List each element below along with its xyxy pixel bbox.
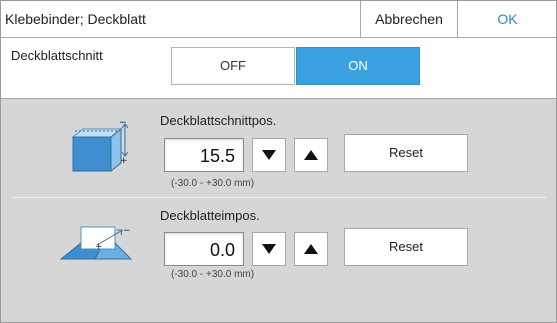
svg-text:+: + (95, 242, 103, 252)
cover-position-label: Deckblatteimpos. (160, 208, 260, 223)
increase-button[interactable] (294, 138, 328, 172)
cover-trim-position-icon: − + (71, 118, 129, 173)
cover-trim-toggle-section: Deckblattschnitt OFF ON (1, 38, 556, 99)
cover-trim-label: Deckblattschnitt (11, 48, 103, 63)
ok-button[interactable]: OK (457, 1, 556, 37)
increase-button[interactable] (294, 232, 328, 266)
reset-button[interactable]: Reset (344, 134, 468, 172)
range-hint: (-30.0 - +30.0 mm) (171, 178, 255, 189)
dialog-frame: Klebebinder; Deckblatt Abbrechen OK Deck… (0, 0, 557, 323)
triangle-down-icon (262, 244, 276, 254)
reset-button[interactable]: Reset (344, 228, 468, 266)
decrease-button[interactable] (252, 232, 286, 266)
off-toggle-button[interactable]: OFF (171, 47, 295, 85)
range-hint: (-30.0 - +30.0 mm) (171, 269, 255, 280)
cover-trim-position-label: Deckblattschnittpos. (160, 113, 277, 128)
cover-trim-position-value[interactable]: 15.5 (164, 138, 244, 172)
cancel-button[interactable]: Abbrechen (360, 1, 457, 37)
header-bar: Klebebinder; Deckblatt Abbrechen OK (1, 1, 556, 38)
decrease-button[interactable] (252, 138, 286, 172)
svg-text:−: − (119, 118, 127, 128)
cover-position-icon: + − (59, 226, 133, 260)
triangle-up-icon (304, 150, 318, 160)
svg-text:−: − (123, 226, 131, 236)
triangle-down-icon (262, 150, 276, 160)
triangle-up-icon (304, 244, 318, 254)
dialog-title: Klebebinder; Deckblatt (5, 11, 146, 27)
cover-position-value[interactable]: 0.0 (164, 232, 244, 266)
section-divider (11, 197, 546, 198)
svg-text:+: + (120, 156, 128, 166)
on-toggle-button[interactable]: ON (296, 47, 420, 85)
